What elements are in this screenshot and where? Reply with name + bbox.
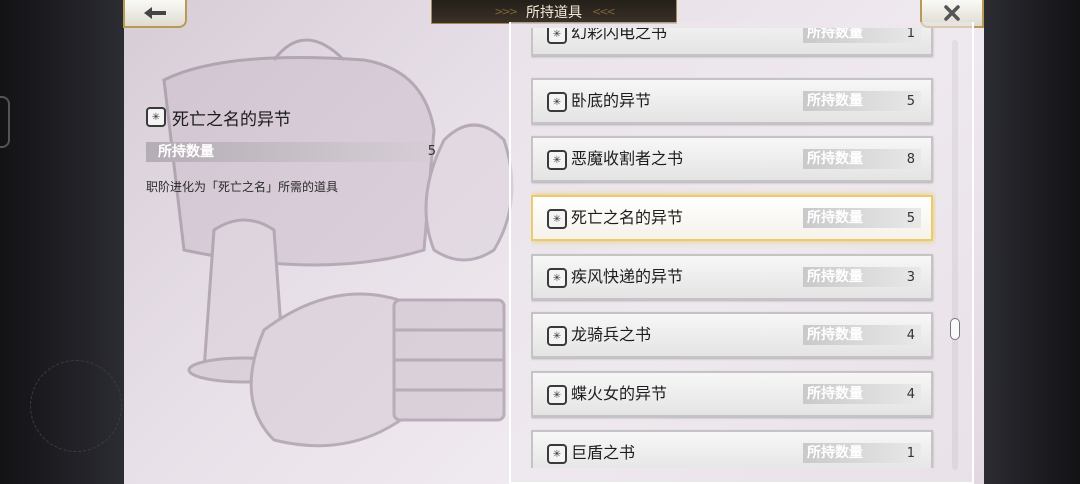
arrow-left-icon [144, 7, 166, 19]
title-banner: >>> 所持道具 <<< [431, 0, 677, 24]
item-quantity-value: 4 [906, 328, 915, 343]
item-quantity-label: 所持数量 [807, 269, 863, 285]
list-item[interactable]: ✳ 幻彩闪电之书 所持数量 1 [531, 28, 933, 56]
back-button[interactable] [123, 0, 187, 28]
item-quantity: 所持数量 5 [803, 91, 921, 111]
page-title: 所持道具 [526, 4, 582, 21]
item-name: 龙骑兵之书 [571, 325, 652, 344]
item-quantity-label: 所持数量 [807, 386, 863, 402]
item-quantity-value: 4 [906, 387, 915, 402]
item-name: 幻彩闪电之书 [571, 28, 668, 42]
item-quantity: 所持数量 1 [803, 443, 921, 463]
item-quantity-label: 所持数量 [807, 93, 863, 109]
list-item[interactable]: ✳ 恶魔收割者之书 所持数量 8 [531, 136, 933, 182]
scrollbar-track[interactable] [952, 40, 958, 470]
right-frame [984, 0, 1080, 484]
item-quantity: 所持数量 3 [803, 267, 921, 287]
item-quantity-value: 1 [906, 446, 915, 461]
decorative-ring [30, 360, 122, 452]
item-quantity-label: 所持数量 [807, 151, 863, 167]
item-quantity: 所持数量 4 [803, 325, 921, 345]
detail-quantity-label: 所持数量 [158, 144, 214, 160]
item-name: 巨盾之书 [571, 443, 636, 462]
edge-notch [0, 96, 10, 148]
book-icon: ✳ [547, 209, 567, 229]
item-quantity: 所持数量 4 [803, 384, 921, 404]
item-quantity: 所持数量 8 [803, 149, 921, 169]
item-list[interactable]: ✳ 幻彩闪电之书 所持数量 1 ✳ 卧底的异节 所持数量 5 ✳ 恶魔收割者之书… [531, 28, 936, 468]
book-icon: ✳ [547, 150, 567, 170]
list-item[interactable]: ✳ 巨盾之书 所持数量 1 [531, 430, 933, 468]
item-name: 卧底的异节 [571, 91, 652, 110]
detail-title-row: ✳ 死亡之名的异节 [146, 104, 291, 130]
item-quantity: 所持数量 1 [803, 28, 921, 43]
detail-quantity-value: 5 [427, 144, 436, 159]
item-quantity-value: 1 [906, 28, 915, 41]
book-icon: ✳ [146, 107, 166, 127]
item-quantity-label: 所持数量 [807, 327, 863, 343]
list-item-selected[interactable]: ✳ 死亡之名的异节 所持数量 5 [531, 195, 933, 241]
item-quantity-value: 8 [906, 152, 915, 167]
detail-item-name: 死亡之名的异节 [172, 109, 291, 130]
book-icon: ✳ [547, 444, 567, 464]
list-item[interactable]: ✳ 蝶火女的异节 所持数量 4 [531, 371, 933, 417]
item-name: 蝶火女的异节 [571, 384, 668, 403]
scrollbar-thumb[interactable] [950, 318, 960, 340]
item-name: 死亡之名的异节 [571, 208, 684, 227]
item-quantity-label: 所持数量 [807, 28, 863, 41]
book-icon: ✳ [547, 28, 567, 44]
book-icon: ✳ [547, 92, 567, 112]
list-item[interactable]: ✳ 疾风快递的异节 所持数量 3 [531, 254, 933, 300]
banner-ornament-right: <<< [592, 5, 616, 18]
item-name: 疾风快递的异节 [571, 267, 684, 286]
item-quantity-value: 5 [906, 211, 915, 226]
detail-description: 职阶进化为「死亡之名」所需的道具 [146, 180, 339, 194]
close-icon [944, 5, 960, 21]
item-quantity-value: 3 [906, 270, 915, 285]
item-quantity: 所持数量 5 [803, 208, 921, 228]
detail-quantity-bar: 所持数量 5 [146, 142, 442, 162]
item-quantity-value: 5 [906, 94, 915, 109]
list-item[interactable]: ✳ 龙骑兵之书 所持数量 4 [531, 312, 933, 358]
item-name: 恶魔收割者之书 [571, 149, 684, 168]
banner-ornament-left: >>> [494, 5, 518, 18]
list-item[interactable]: ✳ 卧底的异节 所持数量 5 [531, 78, 933, 124]
book-icon: ✳ [547, 385, 567, 405]
background-illustration [162, 38, 514, 448]
book-icon: ✳ [547, 326, 567, 346]
book-icon: ✳ [547, 268, 567, 288]
item-quantity-label: 所持数量 [807, 210, 863, 226]
item-quantity-label: 所持数量 [807, 445, 863, 461]
